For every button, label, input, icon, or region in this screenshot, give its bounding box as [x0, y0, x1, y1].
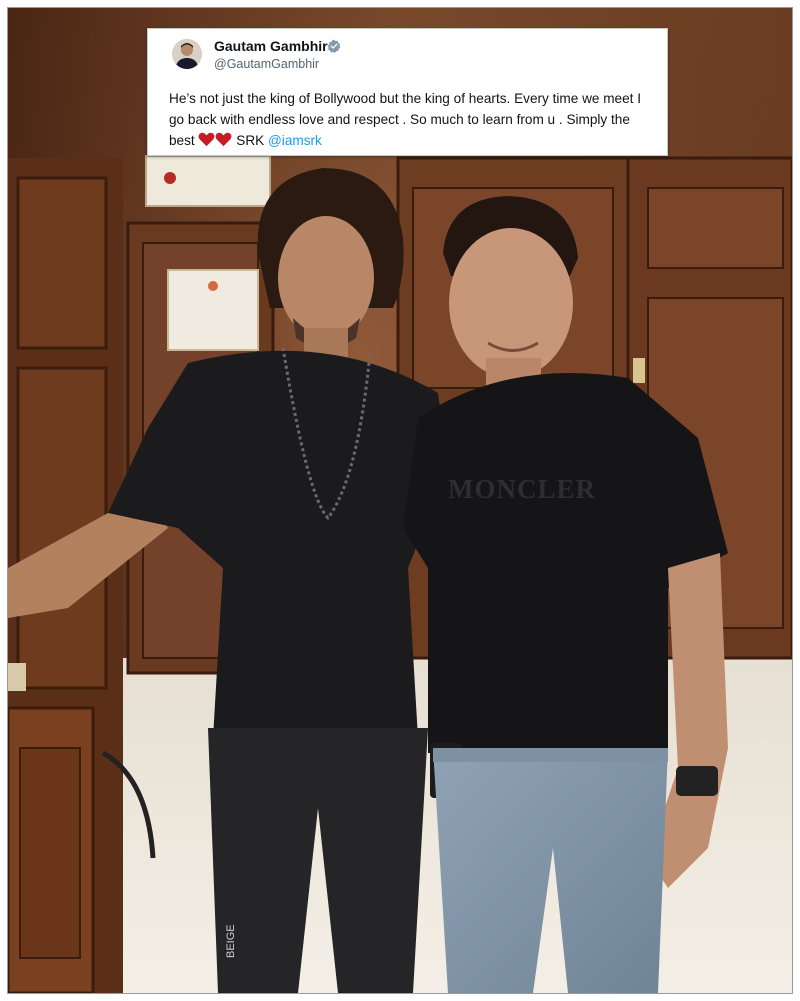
mention-link[interactable]: @iamsrk: [268, 133, 322, 148]
pants-print: BEIGE: [225, 924, 237, 958]
red-heart-icon: [199, 132, 215, 147]
shirt-print: MONCLER: [448, 474, 596, 504]
handle[interactable]: @GautamGambhir: [214, 57, 319, 71]
tweet-text: He’s not just the king of Bollywood but …: [169, 88, 659, 151]
verified-badge-icon: [327, 39, 341, 53]
tweet-text-srk: SRK: [232, 133, 268, 148]
display-name[interactable]: Gautam Gambhir: [214, 38, 328, 54]
red-heart-icon: [216, 132, 232, 147]
tweet-card: Gautam Gambhir @GautamGambhir He’s not j…: [147, 28, 668, 156]
avatar[interactable]: [172, 39, 202, 69]
photo-frame: BEIGE MONCLER Gautam Gambhir @GautamGamb…: [7, 7, 793, 994]
